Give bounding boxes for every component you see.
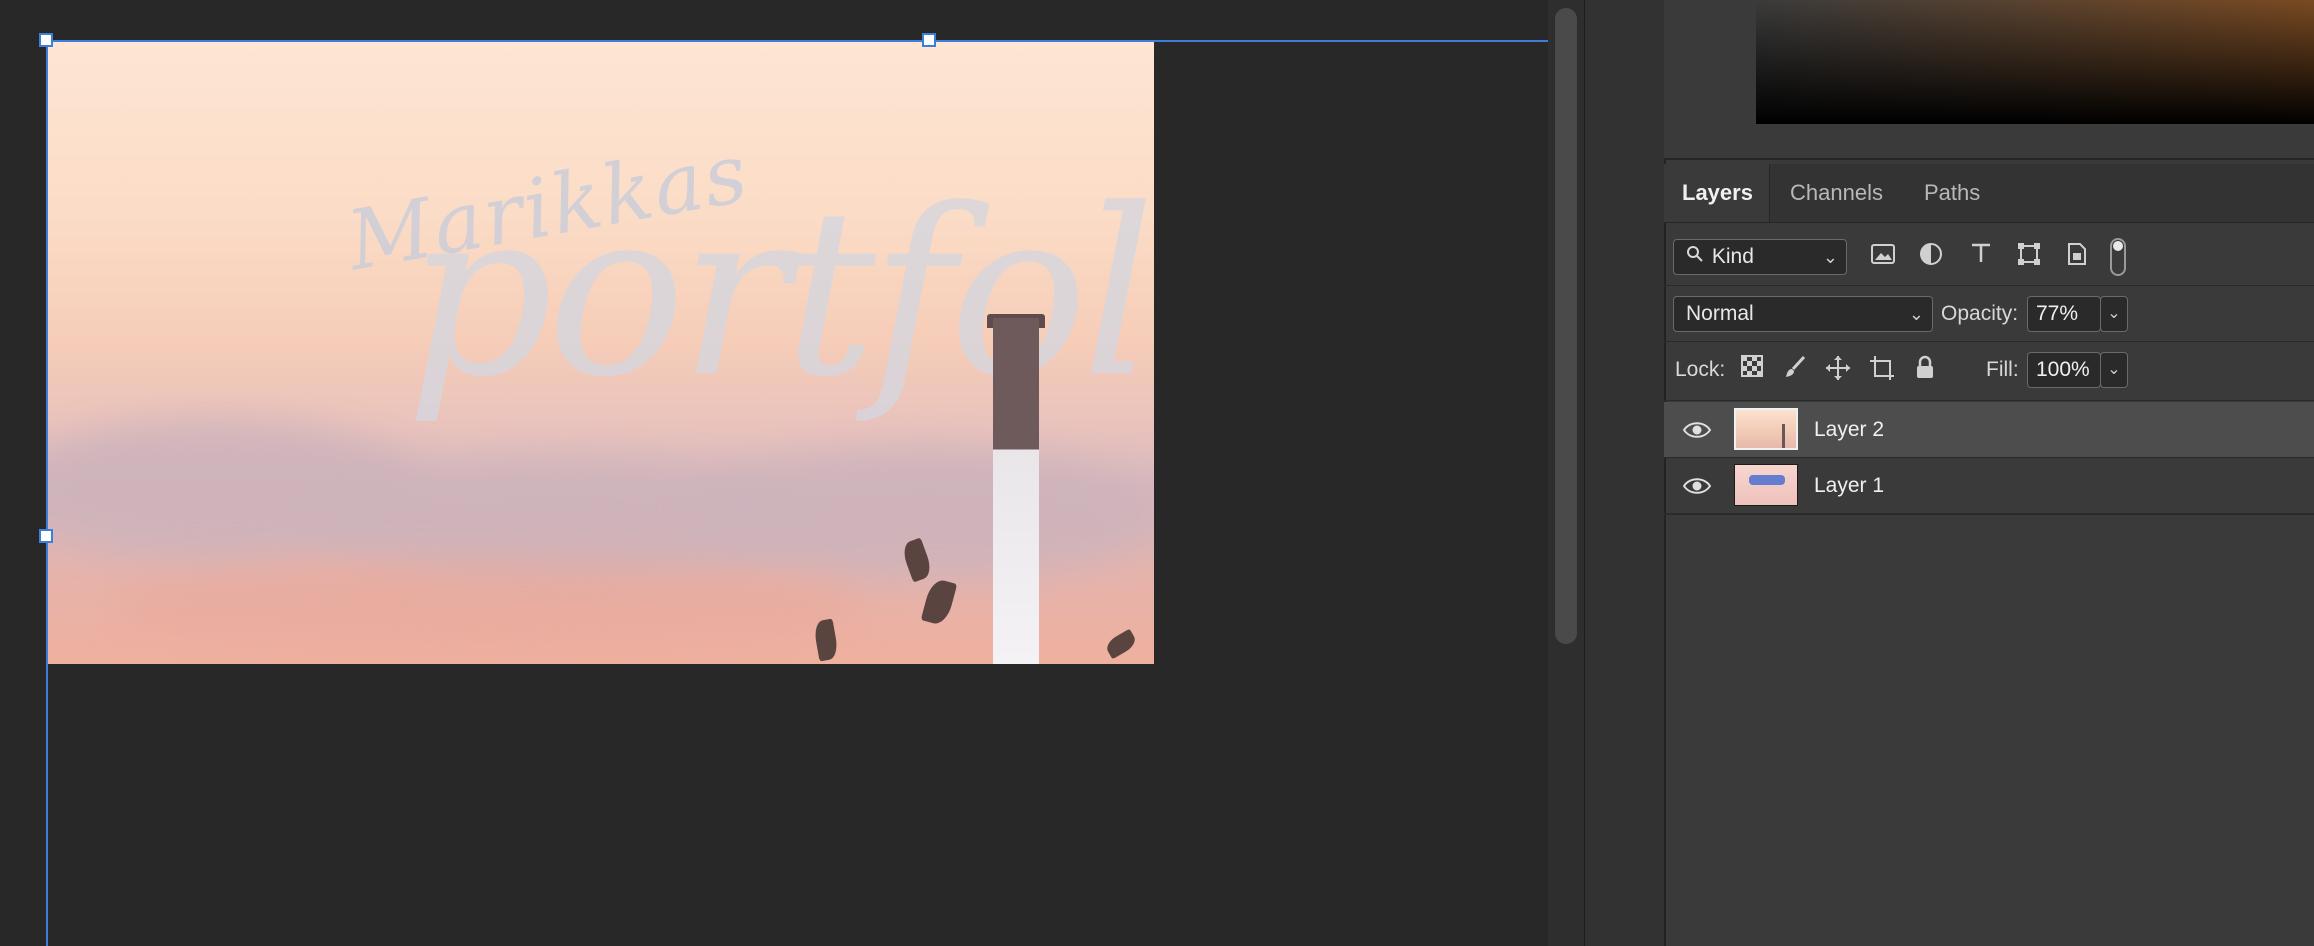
document-image[interactable]: Marikkas portfolio — [46, 40, 1154, 664]
layers-panel-tabs: Layers Channels Paths — [1664, 164, 2314, 223]
search-icon — [1686, 240, 1706, 274]
layer-row[interactable]: Layer 1 — [1664, 458, 2314, 514]
opacity-slider-toggle[interactable]: ⌄ — [2100, 296, 2128, 332]
layer-thumbnail[interactable] — [1734, 408, 1798, 450]
divider — [1664, 514, 2314, 515]
fill-slider-toggle[interactable]: ⌄ — [2100, 352, 2128, 388]
plant-leaf — [1103, 628, 1139, 660]
lock-label: Lock: — [1675, 358, 1726, 381]
canvas-area[interactable]: Marikkas portfolio — [0, 0, 1548, 946]
tab-channels[interactable]: Channels — [1772, 164, 1904, 222]
layer-filter-kind-value: Kind — [1711, 245, 1754, 268]
opacity-label: Opacity: — [1941, 302, 2019, 325]
layer-filter-kind-dropdown[interactable]: Kind ⌄ — [1673, 239, 1847, 275]
layer-name[interactable]: Layer 1 — [1814, 458, 1884, 514]
chevron-down-icon: ⌄ — [1822, 247, 1838, 267]
visibility-eye-icon[interactable] — [1682, 472, 1712, 500]
divider — [1664, 400, 2314, 401]
layer-row[interactable]: Layer 2 — [1664, 402, 2314, 458]
lock-artboard-icon[interactable] — [1867, 355, 1897, 385]
shape-filter-icon[interactable] — [2014, 242, 2044, 272]
plant-leaf — [812, 618, 840, 662]
transform-handle-top-left[interactable] — [39, 33, 53, 47]
visibility-eye-icon[interactable] — [1682, 416, 1712, 444]
opacity-input[interactable]: 77% — [2027, 296, 2101, 332]
fill-label: Fill: — [1986, 358, 2019, 381]
smart-object-filter-icon[interactable] — [2062, 242, 2092, 272]
adjustment-filter-icon[interactable] — [1916, 242, 1946, 272]
lock-image-pixels-icon[interactable] — [1781, 355, 1811, 385]
thumbnail-chimney — [1782, 424, 1785, 448]
selection-top-edge[interactable] — [46, 40, 1548, 42]
type-filter-icon[interactable] — [1966, 242, 1996, 272]
lock-position-icon[interactable] — [1823, 355, 1853, 385]
divider — [1664, 341, 2314, 342]
filter-toggle-switch[interactable] — [2110, 238, 2126, 276]
blend-mode-dropdown[interactable]: Normal ⌄ — [1673, 296, 1933, 332]
lock-all-icon[interactable] — [1910, 355, 1940, 385]
transform-handle-top-center[interactable] — [922, 33, 936, 47]
layer-thumbnail[interactable] — [1734, 464, 1798, 506]
selection-left-edge[interactable] — [46, 40, 48, 946]
lock-transparent-pixels-icon[interactable] — [1737, 355, 1767, 385]
chimney — [993, 318, 1039, 664]
tab-layers[interactable]: Layers — [1664, 164, 1770, 222]
tab-paths[interactable]: Paths — [1906, 164, 2002, 222]
watermark-large-text: portfolio — [406, 161, 1154, 428]
toggle-knob — [2113, 241, 2123, 251]
panel-dock-gutter — [1584, 0, 1665, 946]
color-picker-field[interactable] — [1756, 0, 2314, 124]
transform-handle-middle-left[interactable] — [39, 529, 53, 543]
canvas-scrollbar-thumb[interactable] — [1555, 8, 1577, 644]
image-filter-icon[interactable] — [1868, 242, 1898, 272]
chevron-down-icon: ⌄ — [1908, 304, 1924, 324]
thumbnail-blue-text — [1749, 475, 1785, 485]
divider — [1664, 285, 2314, 286]
plant-leaf — [920, 577, 958, 627]
cloud — [106, 560, 866, 650]
blend-mode-value: Normal — [1686, 302, 1754, 325]
fill-input[interactable]: 100% — [2027, 352, 2101, 388]
layer-name[interactable]: Layer 2 — [1814, 402, 1884, 458]
